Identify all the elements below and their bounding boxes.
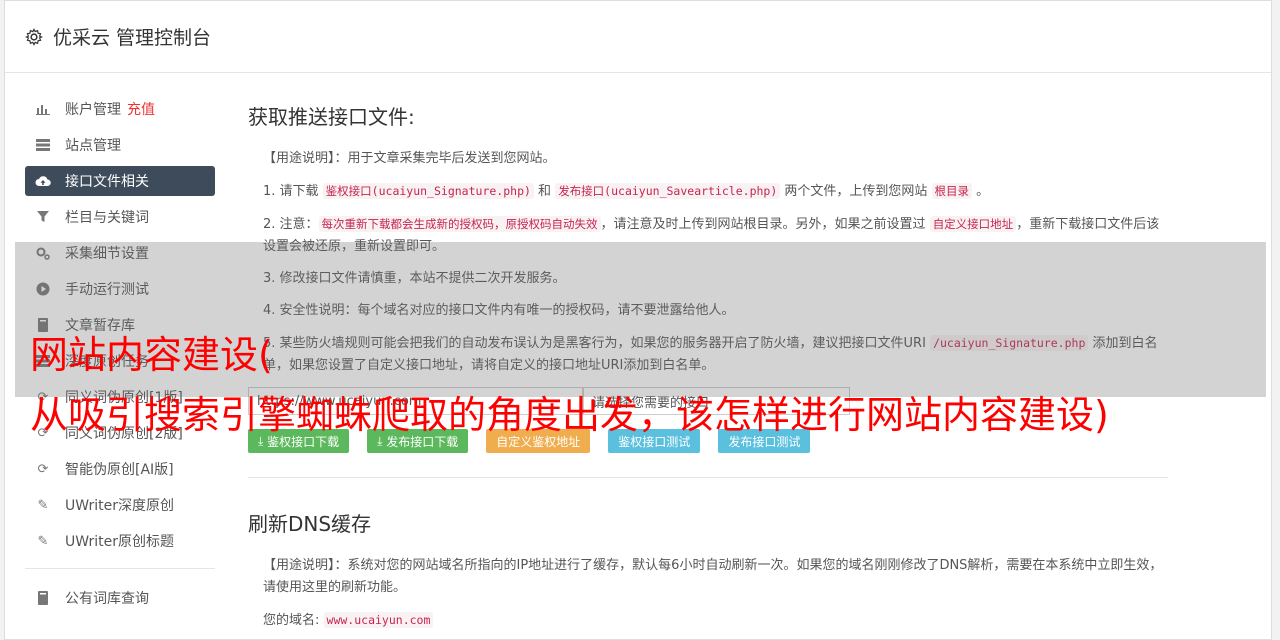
cloud-upload-icon	[35, 173, 51, 189]
sidebar-item-public-lexicon[interactable]: 公有词库查询	[25, 583, 215, 613]
sidebar-item-uwriter-title[interactable]: ✎ UWriter原创标题	[25, 526, 215, 556]
usage-note: 【用途说明】：用于文章采集完毕后发送到您网站。	[263, 151, 556, 166]
section-title-interface: 获取推送接口文件:	[248, 105, 415, 129]
domain-label: 您的域名:	[263, 613, 320, 628]
sidebar-item-label: 站点管理	[65, 138, 121, 154]
header: 优采云 管理控制台	[5, 1, 1271, 73]
sidebar-item-ai-original[interactable]: ⟳ 智能伪原创[AI版]	[25, 454, 215, 484]
sidebar-item-label: 接口文件相关	[65, 174, 149, 190]
edit-icon: ✎	[37, 497, 49, 513]
sidebar-item-account[interactable]: 账户管理 充值	[25, 94, 215, 124]
dns-usage-note: 【用途说明】：系统对您的网站域名所指向的IP地址进行了缓存，默认每6小时自动刷新…	[263, 558, 1163, 595]
sidebar-item-interface-files[interactable]: 接口文件相关	[25, 166, 215, 196]
filter-icon	[35, 209, 51, 225]
sidebar-item-label: UWriter原创标题	[65, 534, 174, 550]
custom-url-code: 自定义接口地址	[929, 216, 1017, 232]
overlay-title-line-1: 网站内容建设(	[30, 333, 273, 377]
domain-value: www.ucaiyun.com	[323, 612, 434, 628]
server-icon	[35, 137, 51, 153]
sidebar-item-label: 公有词库查询	[65, 591, 149, 607]
sidebar-item-columns-keywords[interactable]: 栏目与关键词	[25, 202, 215, 232]
section-divider	[248, 477, 1168, 478]
refresh-icon: ⟳	[37, 461, 49, 477]
bar-chart-icon	[35, 101, 51, 117]
book-icon	[35, 590, 51, 606]
sidebar-divider	[25, 568, 215, 569]
section-title-dns: 刷新DNS缓存	[248, 512, 372, 536]
edit-icon: ✎	[37, 533, 49, 549]
sidebar-item-label: UWriter深度原创	[65, 498, 174, 514]
publish-file-code: 发布接口(ucaiyun_Savearticle.php)	[555, 183, 781, 199]
warning-code: 每次重新下载都会生成新的授权码，原授权码自动失效	[318, 216, 601, 232]
step-1: 1. 请下载 鉴权接口(ucaiyun_Signature.php) 和 发布接…	[263, 183, 990, 199]
sidebar-item-label: 栏目与关键词	[65, 210, 149, 226]
sidebar-item-label: 智能伪原创[AI版]	[65, 462, 174, 478]
recharge-link[interactable]: 充值	[127, 99, 155, 119]
gear-icon	[25, 27, 43, 46]
root-dir-code: 根目录	[931, 183, 973, 199]
domain-line: 您的域名: www.ucaiyun.com	[263, 609, 1168, 632]
overlay-title-line-2: 从吸引搜索引擎蜘蛛爬取的角度出发，该怎样进行网站内容建设)	[30, 393, 1109, 437]
sidebar-item-sites[interactable]: 站点管理	[25, 130, 215, 160]
sidebar-item-label: 账户管理	[65, 102, 121, 118]
sidebar-item-uwriter-deep[interactable]: ✎ UWriter深度原创	[25, 490, 215, 520]
auth-file-code: 鉴权接口(ucaiyun_Signature.php)	[322, 183, 534, 199]
app-title: 优采云 管理控制台	[53, 27, 212, 49]
